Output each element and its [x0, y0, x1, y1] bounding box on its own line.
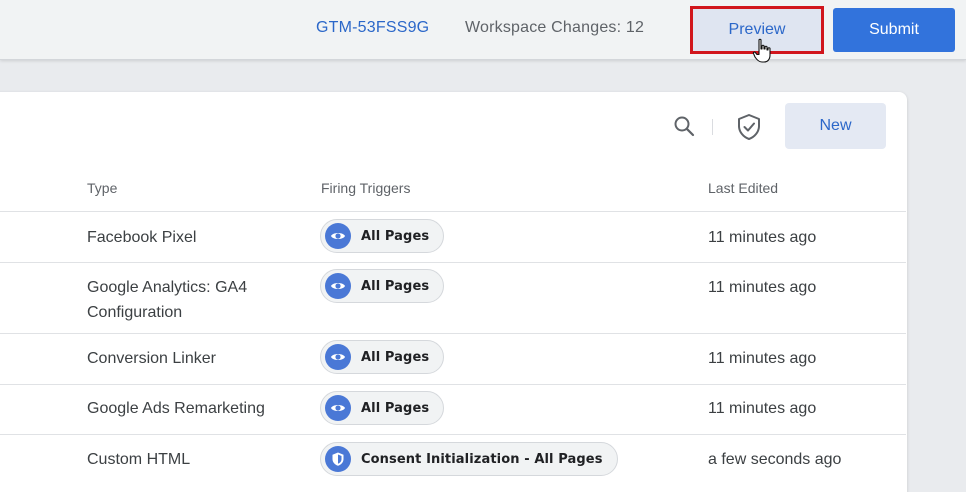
- shield-check-icon[interactable]: [736, 113, 762, 141]
- trigger-label: All Pages: [361, 278, 430, 294]
- tag-type: Facebook Pixel: [87, 229, 197, 246]
- tag-type: Custom HTML: [87, 451, 191, 468]
- row-divider: [0, 211, 906, 212]
- search-icon[interactable]: [673, 115, 695, 137]
- container-id-link[interactable]: GTM-53FSS9G: [316, 19, 429, 37]
- trigger-chip[interactable]: All Pages: [320, 219, 445, 253]
- hand-cursor-icon: [752, 38, 771, 63]
- last-edited: 11 minutes ago: [708, 229, 817, 246]
- submit-button[interactable]: Submit: [833, 8, 955, 52]
- column-header-firing-triggers[interactable]: Firing Triggers: [321, 180, 410, 196]
- new-tag-button[interactable]: New: [785, 103, 886, 149]
- last-edited: 11 minutes ago: [708, 350, 817, 367]
- toolbar-divider: [712, 119, 713, 135]
- trigger-chip[interactable]: All Pages: [320, 391, 445, 425]
- last-edited: a few seconds ago: [708, 451, 842, 468]
- row-divider: [0, 262, 906, 263]
- trigger-chip[interactable]: All Pages: [320, 340, 445, 374]
- workspace-changes-count[interactable]: Workspace Changes: 12: [465, 19, 644, 37]
- new-button-label: New: [819, 117, 852, 134]
- row-divider: [0, 333, 906, 334]
- eye-icon: [325, 273, 351, 299]
- column-header-last-edited[interactable]: Last Edited: [708, 180, 778, 196]
- trigger-label: All Pages: [361, 349, 430, 365]
- eye-icon: [325, 344, 351, 370]
- trigger-label: All Pages: [361, 228, 430, 244]
- trigger-chip[interactable]: All Pages: [320, 269, 445, 303]
- eye-icon: [325, 223, 351, 249]
- tag-type: Conversion Linker: [87, 350, 216, 367]
- trigger-label: All Pages: [361, 400, 430, 416]
- last-edited: 11 minutes ago: [708, 279, 817, 296]
- column-header-type[interactable]: Type: [87, 180, 117, 196]
- eye-icon: [325, 395, 351, 421]
- row-divider: [0, 434, 906, 435]
- shield-icon: [325, 446, 351, 472]
- submit-button-label: Submit: [869, 21, 919, 38]
- row-divider: [0, 384, 906, 385]
- tag-type: Google Analytics: GA4: [87, 279, 248, 296]
- preview-button-label: Preview: [728, 21, 786, 38]
- trigger-chip[interactable]: Consent Initialization - All Pages: [320, 442, 618, 476]
- top-bar: GTM-53FSS9G Workspace Changes: 12 Previe…: [0, 0, 966, 60]
- last-edited: 11 minutes ago: [708, 400, 817, 417]
- tag-type: Google Ads Remarketing: [87, 400, 265, 417]
- trigger-label: Consent Initialization - All Pages: [361, 451, 603, 467]
- tag-type-line2: Configuration: [87, 304, 183, 321]
